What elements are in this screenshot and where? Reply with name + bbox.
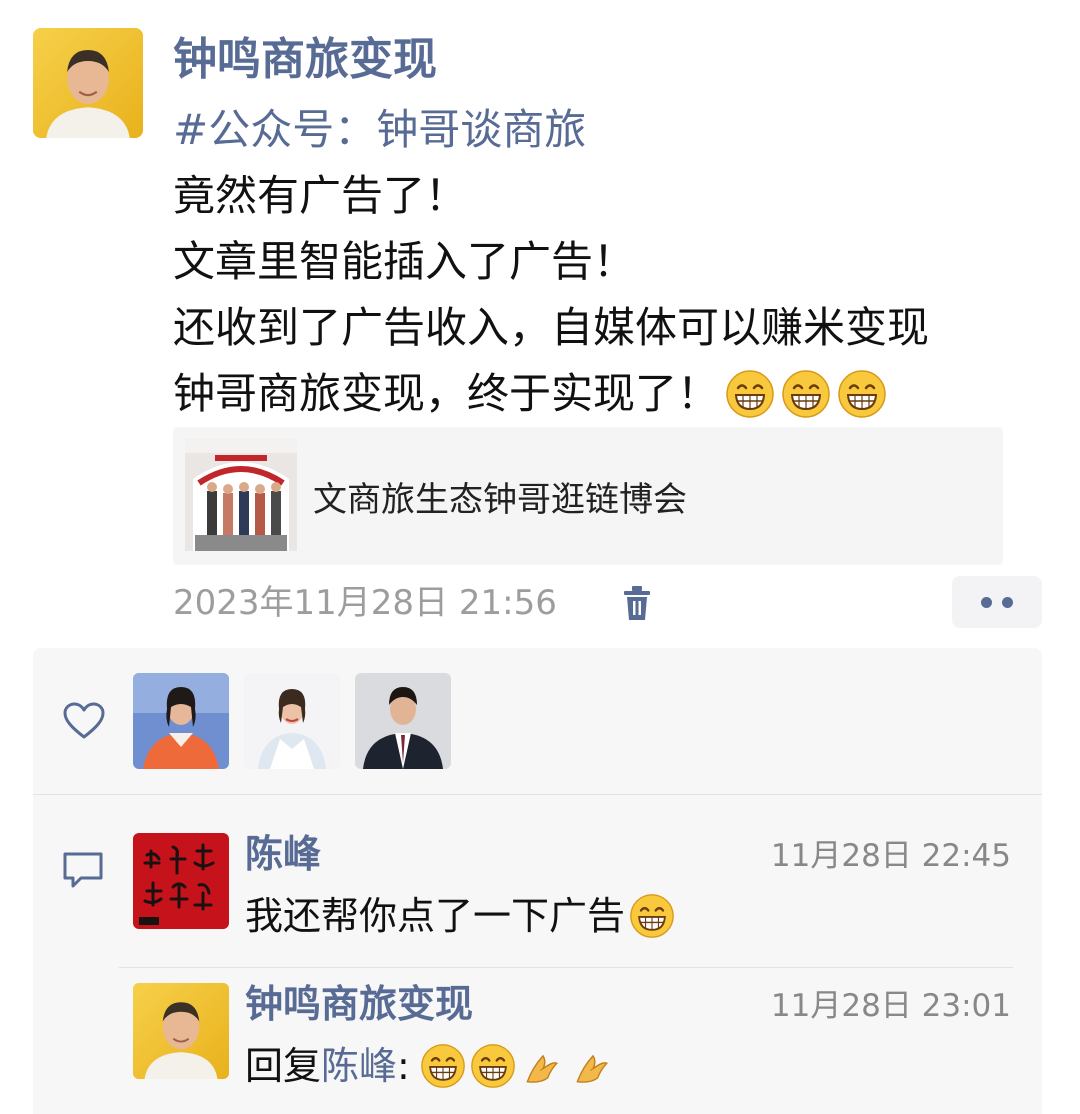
trash-icon[interactable]	[620, 583, 654, 623]
dot-icon	[1002, 596, 1013, 608]
comment-divider	[119, 967, 1013, 968]
grin-emoji-icon	[629, 893, 675, 939]
reply-prefix: 回复	[245, 1044, 322, 1088]
reply-to-name[interactable]: 陈峰	[321, 1038, 397, 1094]
commenter-avatar[interactable]	[133, 833, 229, 929]
grin-emoji-icon	[725, 369, 775, 419]
clasped-hands-emoji-icon	[570, 1043, 616, 1089]
more-options-button[interactable]	[952, 576, 1042, 628]
comment-author[interactable]: 陈峰	[245, 828, 321, 880]
dot-icon	[981, 596, 992, 608]
heart-icon	[63, 702, 105, 740]
hashtag-link[interactable]: #公众号：钟哥谈商旅	[173, 102, 586, 158]
shared-article-card[interactable]: 文商旅生态钟哥逛链博会	[173, 427, 1003, 565]
comment-time: 11月28日 22:45	[770, 838, 1011, 874]
liker-avatar[interactable]	[133, 673, 229, 769]
commenter-avatar[interactable]	[133, 983, 229, 1079]
article-thumbnail	[185, 439, 297, 551]
comment-icon	[61, 850, 105, 890]
post-author-name[interactable]: 钟鸣商旅变现	[173, 30, 437, 90]
author-avatar[interactable]	[33, 28, 143, 138]
grin-emoji-icon	[837, 369, 887, 419]
post-line-3: 还收到了广告收入，自媒体可以赚米变现	[173, 303, 930, 352]
reply-text: 回复 陈峰 :	[245, 1038, 616, 1094]
clasped-hands-emoji-icon	[520, 1043, 566, 1089]
comment-time: 11月28日 23:01	[770, 988, 1011, 1024]
grin-emoji-icon	[781, 369, 831, 419]
likes-row	[33, 648, 1042, 794]
article-title: 文商旅生态钟哥逛链博会	[313, 479, 687, 520]
reply-colon: :	[397, 1044, 410, 1088]
grin-emoji-icon	[420, 1043, 466, 1089]
comment-text-body: 我还帮你点了一下广告	[245, 894, 626, 938]
liker-avatar[interactable]	[244, 673, 340, 769]
liker-avatar[interactable]	[355, 673, 451, 769]
post-line-4: 钟哥商旅变现，终于实现了！	[173, 361, 929, 427]
comment-author[interactable]: 钟鸣商旅变现	[245, 978, 473, 1030]
post-timestamp: 2023年11月28日 21:56	[173, 583, 557, 623]
post-text: 竟然有广告了！ 文章里智能插入了广告！ 还收到了广告收入，自媒体可以赚米变现 钟…	[173, 163, 929, 427]
post-line-2: 文章里智能插入了广告！	[173, 237, 636, 286]
interaction-panel: 陈峰 11月28日 22:45 我还帮你点了一下广告 钟鸣商旅变现 11月28日…	[33, 648, 1042, 1114]
comment-text: 我还帮你点了一下广告	[245, 888, 675, 944]
grin-emoji-icon	[470, 1043, 516, 1089]
divider	[33, 794, 1042, 795]
post-line-1: 竟然有广告了！	[173, 171, 468, 220]
post-line-4-text: 钟哥商旅变现，终于实现了！	[173, 369, 720, 418]
